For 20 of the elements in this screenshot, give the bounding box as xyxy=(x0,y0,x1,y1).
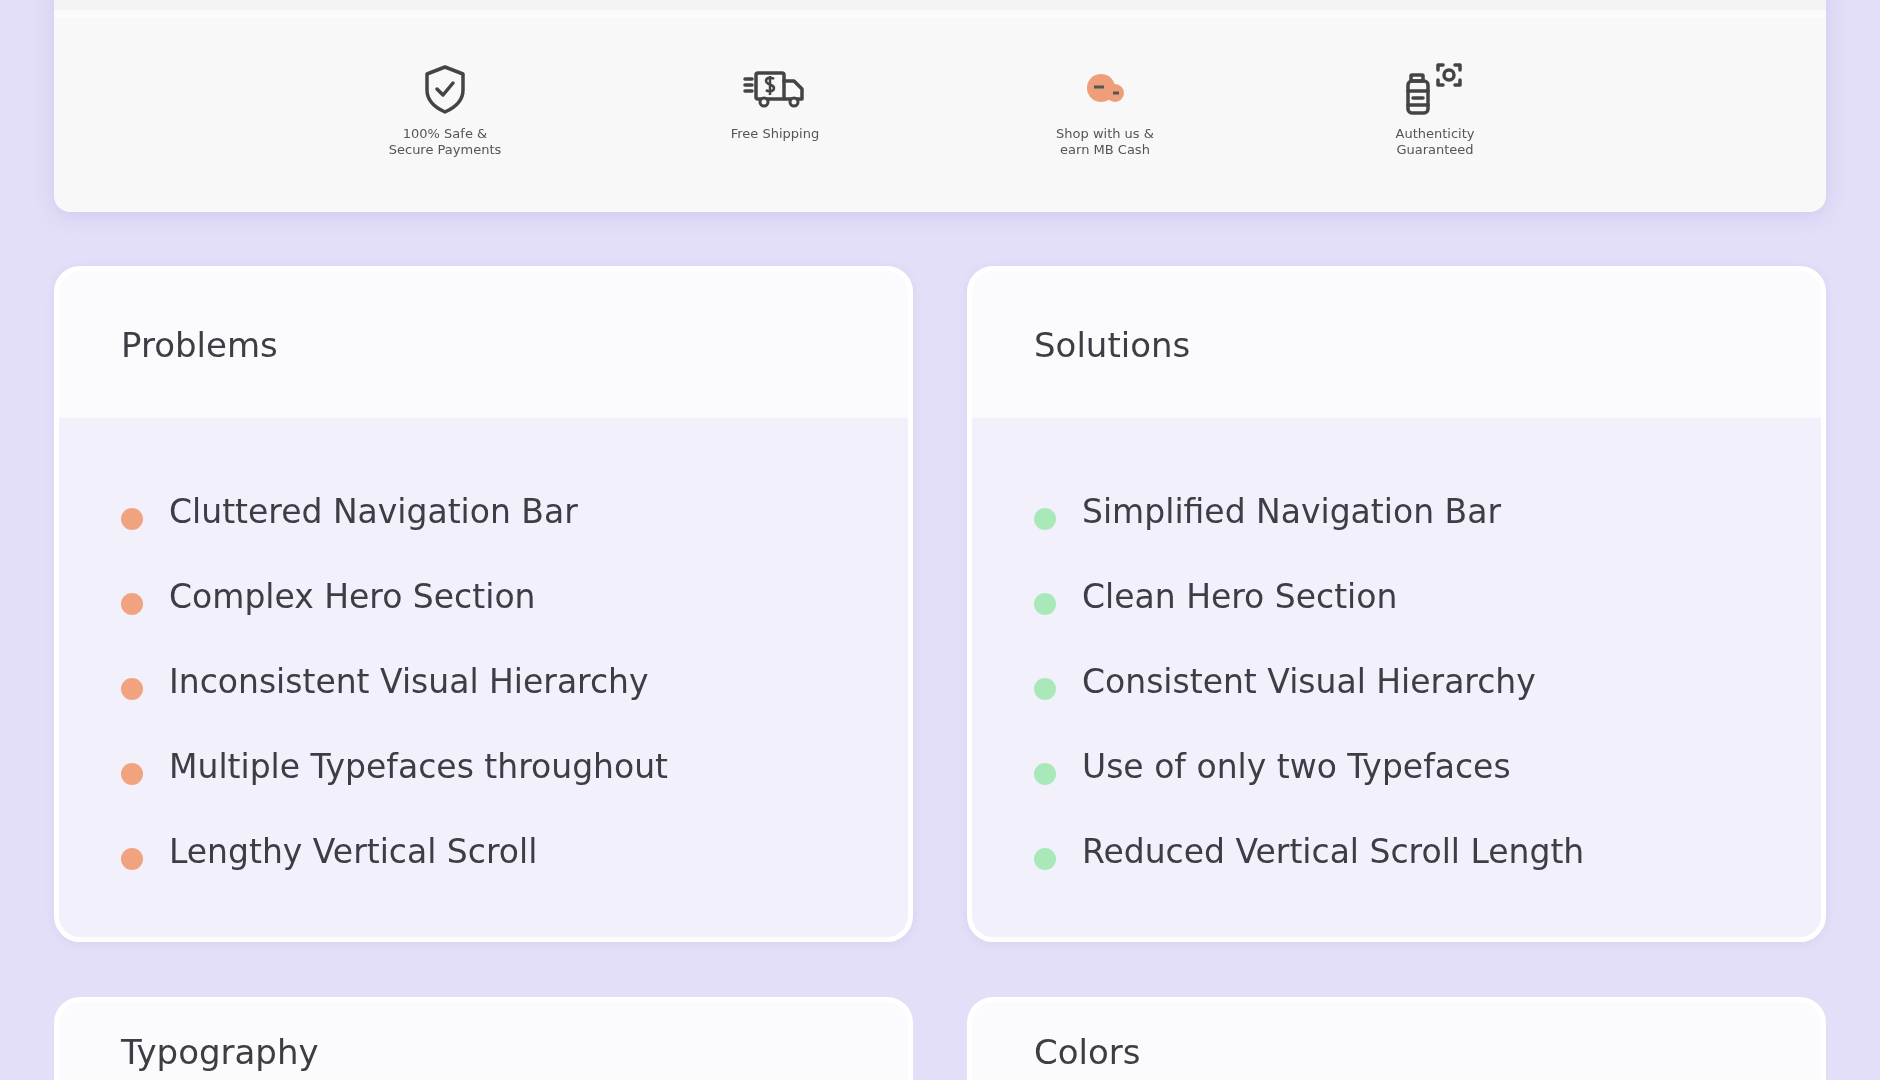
panel-title: Typography xyxy=(121,1032,320,1073)
list-item-text: Lengthy Vertical Scroll xyxy=(169,832,538,872)
feature-label: Free Shipping xyxy=(730,126,820,143)
panel-title: Colors xyxy=(1034,1032,1142,1073)
feature-label: Authenticity Guaranteed xyxy=(1395,126,1475,159)
list-item-text: Complex Hero Section xyxy=(169,577,536,617)
feature-label: 100% Safe & Secure Payments xyxy=(388,126,502,159)
list-item-text: Simplified Navigation Bar xyxy=(1082,492,1501,532)
list-item-text: Use of only two Typefaces xyxy=(1082,747,1511,787)
panel-title: Problems xyxy=(121,325,279,366)
list-item-text: Consistent Visual Hierarchy xyxy=(1082,662,1536,702)
list-item-text: Multiple Typefaces throughout xyxy=(169,747,669,787)
feature-label: Shop with us & earn MB Cash xyxy=(1056,126,1154,159)
shield-check-icon xyxy=(422,64,468,114)
panel-title: Solutions xyxy=(1034,325,1192,366)
list-item-text: Inconsistent Visual Hierarchy xyxy=(169,662,649,702)
list-item-text: Reduced Vertical Scroll Length xyxy=(1082,832,1585,872)
list-item-text: Clean Hero Section xyxy=(1082,577,1398,617)
coins-icon xyxy=(1085,73,1125,105)
list-item-text: Cluttered Navigation Bar xyxy=(169,492,578,532)
